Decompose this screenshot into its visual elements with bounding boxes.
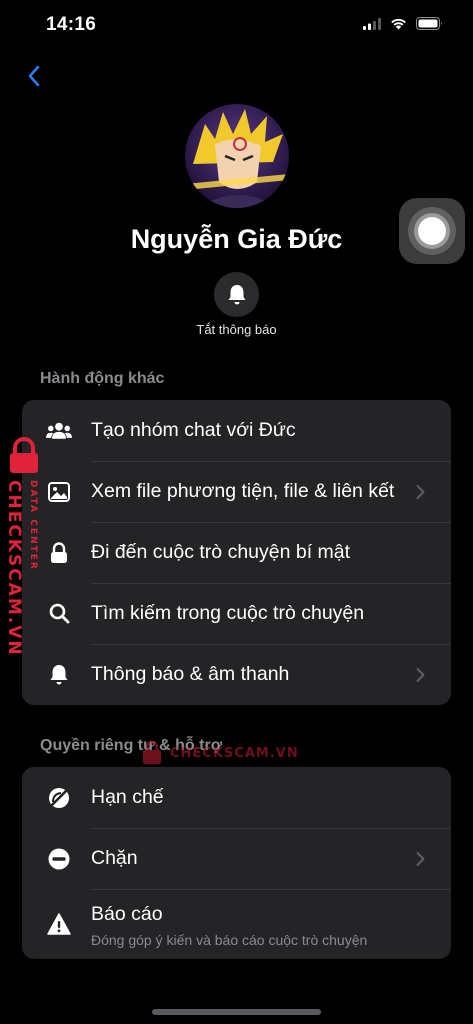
chevron-right-icon bbox=[416, 667, 425, 682]
row-create-group-chat[interactable]: Tạo nhóm chat với Đức bbox=[22, 400, 451, 461]
chevron-right-icon bbox=[416, 851, 425, 866]
group-icon bbox=[46, 418, 72, 444]
mute-button[interactable] bbox=[214, 272, 259, 317]
back-button[interactable] bbox=[18, 60, 50, 92]
row-label: Thông báo & âm thanh bbox=[91, 663, 290, 685]
status-bar: 14:16 bbox=[0, 0, 473, 52]
photo-icon bbox=[46, 479, 72, 505]
chevron-right-icon bbox=[416, 484, 425, 499]
row-label: Báo cáo bbox=[91, 903, 163, 925]
other-actions-card: Tạo nhóm chat với Đức Xem file phương ti… bbox=[22, 400, 451, 705]
row-search-conversation[interactable]: Tìm kiếm trong cuộc trò chuyện bbox=[22, 583, 451, 644]
bell-icon bbox=[46, 662, 72, 688]
cellular-signal-icon bbox=[363, 17, 381, 30]
chevron-left-icon bbox=[28, 65, 40, 87]
padlock-logo-icon bbox=[10, 437, 38, 473]
row-label: Hạn chế bbox=[91, 786, 164, 808]
watermark-tag: DATA CENTER bbox=[28, 480, 38, 571]
watermark-side: CHECKSCAM.VN DATA CENTER bbox=[0, 436, 44, 657]
row-restrict[interactable]: Hạn chế bbox=[22, 767, 451, 828]
padlock-logo-icon bbox=[143, 740, 161, 764]
row-block[interactable]: Chặn bbox=[22, 828, 451, 889]
row-secret-conversation[interactable]: Đi đến cuộc trò chuyện bí mật bbox=[22, 522, 451, 583]
search-icon bbox=[46, 601, 72, 627]
row-notifications-sounds[interactable]: Thông báo & âm thanh bbox=[22, 644, 451, 705]
row-label: Chặn bbox=[91, 847, 138, 869]
watermark-center-text: CHECKSCAM.VN bbox=[170, 745, 299, 761]
row-label: Tạo nhóm chat với Đức bbox=[91, 419, 296, 441]
row-view-media-files-links[interactable]: Xem file phương tiện, file & liên kết bbox=[22, 461, 451, 522]
section-header-other-actions: Hành động khác bbox=[40, 370, 165, 387]
battery-icon bbox=[416, 17, 442, 30]
status-icons bbox=[363, 17, 443, 30]
wifi-icon bbox=[391, 18, 406, 30]
row-label: Đi đến cuộc trò chuyện bí mật bbox=[91, 541, 351, 563]
mute-label: Tắt thông báo bbox=[196, 322, 277, 337]
watermark-center: CHECKSCAM.VN bbox=[140, 740, 299, 766]
watermark-brand: CHECKSCAM.VN bbox=[4, 480, 24, 657]
home-indicator[interactable] bbox=[152, 1009, 321, 1015]
row-label: Tìm kiếm trong cuộc trò chuyện bbox=[91, 602, 365, 624]
block-icon bbox=[46, 846, 72, 872]
row-sublabel: Đóng góp ý kiến và báo cáo cuộc trò chuy… bbox=[91, 932, 368, 948]
warning-icon bbox=[46, 911, 72, 937]
lock-icon bbox=[46, 540, 72, 566]
bell-icon bbox=[228, 284, 245, 304]
restrict-icon bbox=[46, 785, 72, 811]
row-report[interactable]: Báo cáo Đóng góp ý kiến và báo cáo cuộc … bbox=[22, 889, 451, 959]
profile-name: Nguyễn Gia Đức bbox=[130, 224, 343, 254]
privacy-support-card: Hạn chế Chặn Báo cáo Đóng góp ý kiến và … bbox=[22, 767, 451, 959]
status-time: 14:16 bbox=[46, 14, 97, 35]
row-label: Xem file phương tiện, file & liên kết bbox=[91, 480, 395, 502]
profile-avatar[interactable] bbox=[185, 104, 289, 208]
